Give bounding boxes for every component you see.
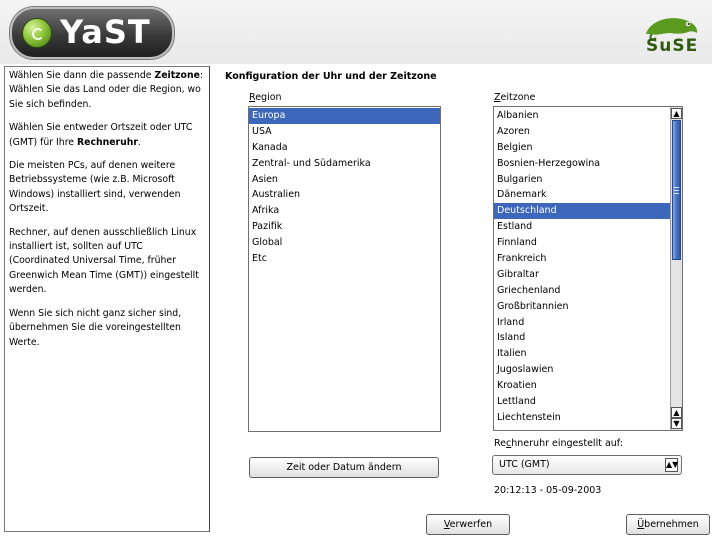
page-title: Konfiguration der Uhr und der Zeitzone <box>225 71 437 82</box>
list-item[interactable]: Italien <box>494 346 670 362</box>
scroll-up-icon[interactable]: ▲ <box>671 108 682 119</box>
list-item[interactable]: Australien <box>249 187 440 203</box>
list-item[interactable]: Kroatien <box>494 378 670 394</box>
help-panel: Wählen Sie dann die passende Zeitzone: W… <box>4 66 210 532</box>
help-paragraph: Die meisten PCs, auf denen weitere Betri… <box>9 160 181 215</box>
help-paragraph: Wählen Sie dann die passende Zeitzone: W… <box>9 70 204 110</box>
region-label: Region <box>249 92 282 103</box>
list-item[interactable]: Pazifik <box>249 219 440 235</box>
list-item[interactable]: Liechtenstein <box>494 410 670 426</box>
zone-scrollbar[interactable]: ▲ ▲ ▼ <box>670 107 682 430</box>
help-paragraph: Wählen Sie entweder Ortszeit oder UTC (G… <box>9 122 193 148</box>
list-item[interactable]: Dänemark <box>494 187 670 203</box>
accept-button[interactable]: Übernehmen <box>626 514 710 535</box>
scroll-thumb[interactable] <box>672 120 681 260</box>
datetime-display: 20:12:13 - 05-09-2003 <box>494 485 602 496</box>
list-item[interactable]: Island <box>494 330 670 346</box>
zone-label: Zeitzone <box>494 92 536 103</box>
list-item[interactable]: Azoren <box>494 124 670 140</box>
help-paragraph: Rechner, auf denen ausschließlich Linux … <box>9 226 199 296</box>
list-item[interactable]: Belgien <box>494 140 670 156</box>
list-item[interactable]: Global <box>249 235 440 251</box>
clock-select[interactable]: UTC (GMT) ▲▼ <box>492 455 682 475</box>
list-item[interactable]: Irland <box>494 315 670 331</box>
yast-logo-icon <box>22 18 52 48</box>
list-item[interactable]: USA <box>249 124 440 140</box>
list-item[interactable]: Zentral- und Südamerika <box>249 156 440 172</box>
zone-list[interactable]: Albanien Azoren Belgien Bosnien-Herzegowina… <box>493 106 683 431</box>
list-item[interactable]: Deutschland <box>494 203 670 220</box>
list-item[interactable]: Bulgarien <box>494 172 670 188</box>
list-item[interactable]: Griechenland <box>494 283 670 299</box>
list-item[interactable]: Frankreich <box>494 251 670 267</box>
suse-logo: SuSE <box>642 12 702 56</box>
scroll-down-icon[interactable]: ▼ <box>671 418 682 429</box>
header-banner: YaST SuSE <box>0 0 712 64</box>
list-item[interactable]: Albanien <box>494 108 670 124</box>
list-item[interactable]: Etc <box>249 251 440 267</box>
discard-button[interactable]: Verwerfen <box>426 514 510 535</box>
list-item[interactable]: Bosnien-Herzegowina <box>494 156 670 172</box>
list-item[interactable]: Gibraltar <box>494 267 670 283</box>
change-time-button[interactable]: Zeit oder Datum ändern <box>249 457 439 478</box>
dropdown-arrow-icon[interactable]: ▲▼ <box>665 458 678 472</box>
list-item[interactable]: Lettland <box>494 394 670 410</box>
list-item[interactable]: Finnland <box>494 235 670 251</box>
scroll-up-icon[interactable]: ▲ <box>671 407 682 418</box>
list-item[interactable]: Jugoslawien <box>494 362 670 378</box>
clock-select-value: UTC (GMT) <box>499 459 550 470</box>
help-paragraph: Wenn Sie sich nicht ganz sicher sind, üb… <box>9 307 182 348</box>
yast-logo: YaST <box>10 7 174 59</box>
yast-logo-text: YaST <box>60 13 151 51</box>
region-list[interactable]: Europa USA Kanada Zentral- und Südamerika As… <box>248 106 441 432</box>
clock-label: Rechneruhr eingestellt auf: <box>494 438 623 449</box>
list-item[interactable]: Asien <box>249 172 440 188</box>
suse-logo-text: SuSE <box>646 36 699 56</box>
list-item[interactable]: Afrika <box>249 203 440 219</box>
list-item[interactable]: Großbritannien <box>494 299 670 315</box>
list-item[interactable]: Europa <box>249 108 440 124</box>
list-item[interactable]: Kanada <box>249 140 440 156</box>
list-item[interactable]: Estland <box>494 219 670 235</box>
